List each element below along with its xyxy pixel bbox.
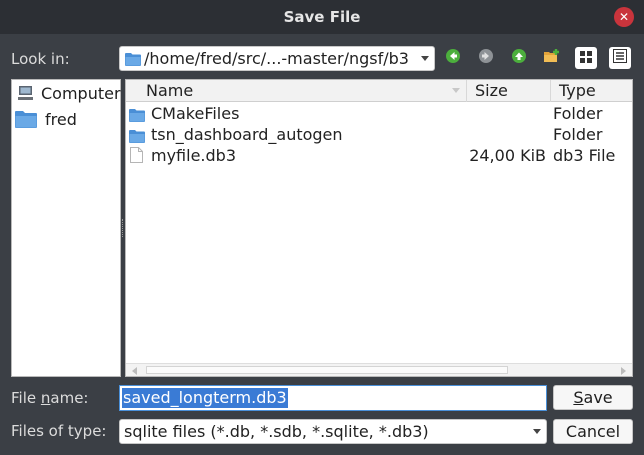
sidebar-item-label: Computer [41,83,121,103]
file-size: 24,00 KiB [469,146,546,165]
detail-view-button[interactable] [609,47,631,69]
file-type-combo[interactable]: sqlite files (*.db, *.sdb, *.sqlite, *.d… [119,419,547,444]
parent-directory-icon [511,48,527,68]
list-view-button[interactable] [575,47,597,69]
horizontal-scrollbar[interactable] [126,363,632,376]
save-button[interactable]: Save [553,385,633,410]
file-type: Folder [553,104,603,123]
look-in-label: Look in: [11,50,70,68]
file-row-cmakefiles[interactable]: CMakeFiles Folder [126,103,632,124]
file-icon [130,147,143,168]
window-title: Save File [283,8,361,26]
sidebar-item-computer[interactable]: Computer [15,81,121,105]
scrollbar-thumb[interactable] [146,366,508,374]
column-header-size[interactable]: Size [467,80,551,102]
forward-arrow-icon [478,48,494,68]
computer-icon [15,84,37,102]
file-name: tsn_dashboard_autogen [151,125,343,144]
file-name-label: File name: [11,389,89,407]
scroll-right-icon[interactable] [621,367,626,375]
back-arrow-icon [445,48,461,68]
sidebar-item-fred[interactable]: fred [15,107,77,131]
file-name: CMakeFiles [151,104,240,123]
file-row-tsn-dashboard-autogen[interactable]: tsn_dashboard_autogen Folder [126,124,632,145]
file-list-header: Name Size Type [126,80,632,102]
back-button[interactable] [442,47,464,69]
title-bar: Save File ✕ [0,0,644,34]
new-folder-button[interactable] [541,47,563,69]
cancel-button[interactable]: Cancel [553,419,633,444]
file-type: Folder [553,125,603,144]
folder-icon [15,110,37,128]
file-type: db3 File [553,146,616,165]
folder-icon [125,52,141,70]
file-list: Name Size Type CMakeFiles Folder tsn_das… [125,79,633,377]
new-folder-icon [543,48,561,68]
column-header-name[interactable]: Name [126,80,467,102]
save-file-dialog: Look in: /home/fred/src/...-master/ngsf/… [0,34,644,455]
close-icon: ✕ [618,10,630,24]
file-type-value: sqlite files (*.db, *.sdb, *.sqlite, *.d… [124,422,429,441]
list-view-icon [580,49,592,67]
column-header-type[interactable]: Type [551,80,632,102]
detail-view-icon [613,49,627,67]
sort-indicator-icon [452,88,460,93]
scroll-left-icon[interactable] [132,367,137,375]
parent-directory-button[interactable] [508,47,530,69]
file-name-input[interactable]: saved_longterm.db3 [119,385,547,411]
file-size [467,103,546,124]
chevron-down-icon [421,56,429,61]
sidebar-item-label: fred [45,109,77,129]
file-name: myfile.db3 [151,146,236,165]
file-name-value: saved_longterm.db3 [122,388,288,408]
look-in-path: /home/fred/src/...-master/ngsf/b3 [144,49,409,68]
close-button[interactable]: ✕ [614,7,634,27]
file-size [467,124,546,145]
look-in-combo[interactable]: /home/fred/src/...-master/ngsf/b3 [119,46,435,71]
file-type-label: Files of type: [11,422,107,440]
places-sidebar: Computer fred [11,79,121,377]
chevron-down-icon [533,429,541,434]
file-row-myfile-db3[interactable]: myfile.db3 24,00 KiB db3 File [126,145,632,166]
forward-button[interactable] [475,47,497,69]
